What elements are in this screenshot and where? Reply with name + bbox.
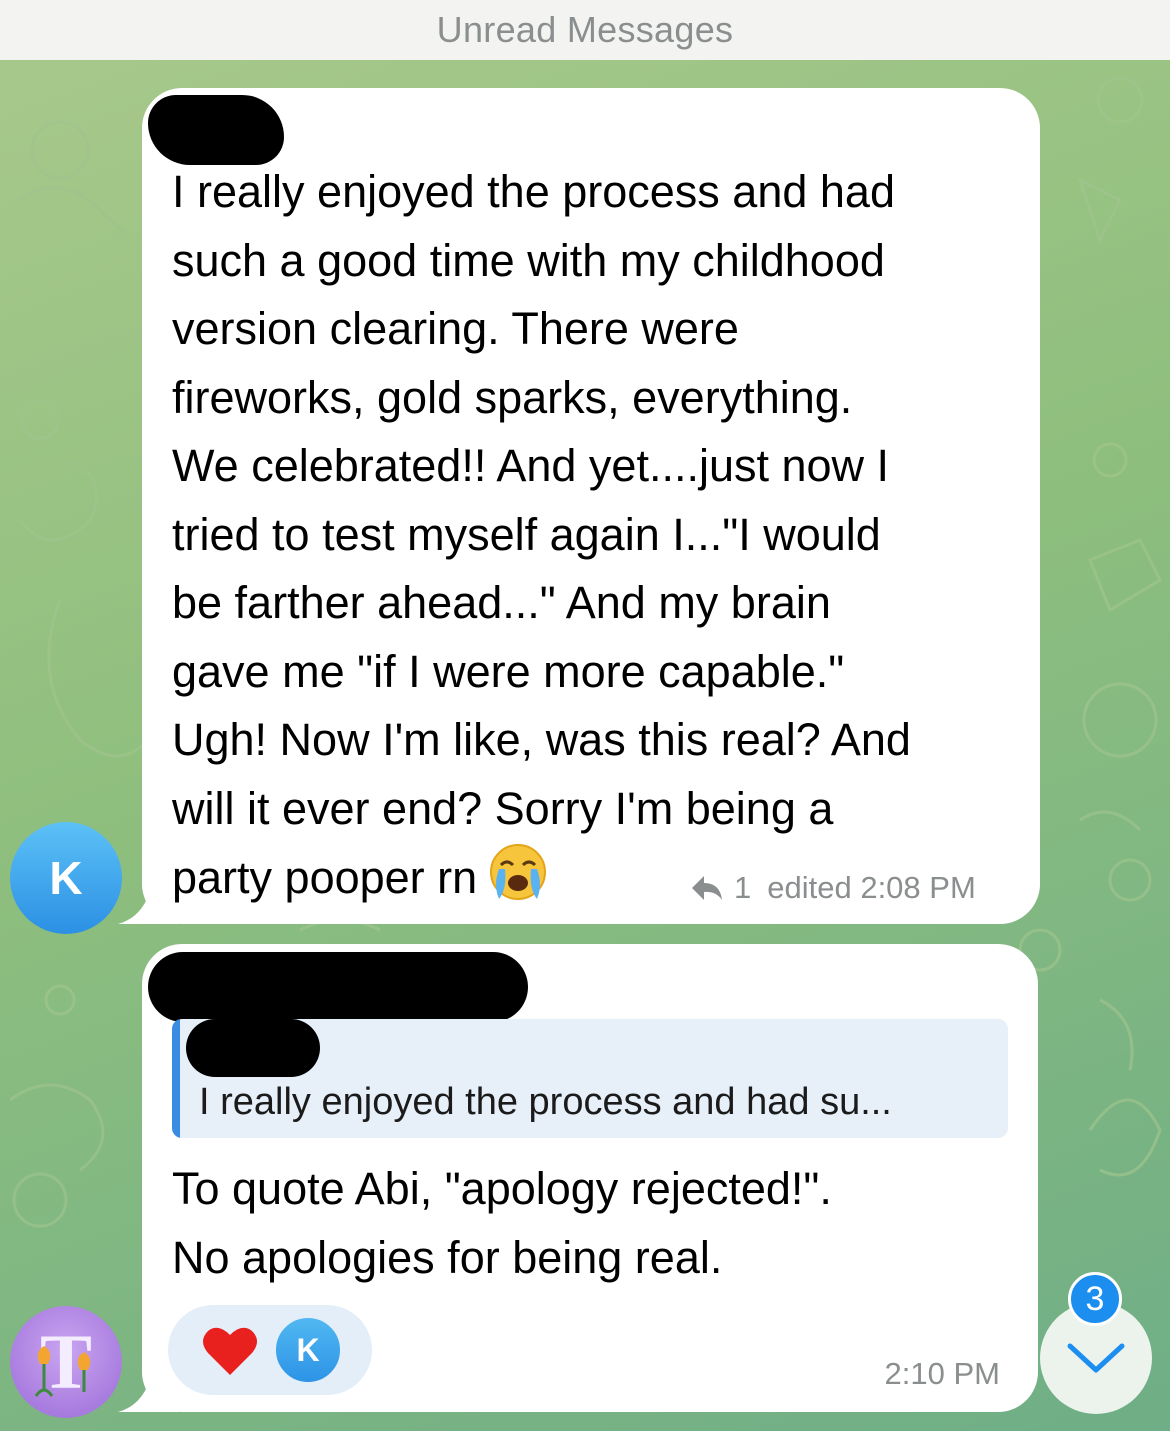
avatar[interactable]: K (10, 822, 122, 934)
reactor-avatar: K (273, 1315, 343, 1385)
message-status: edited 2:08 PM (767, 870, 976, 905)
message-text: To quote Abi, "apology rejected!". No ap… (172, 1163, 832, 1283)
message-text: I really enjoyed the process and had suc… (172, 158, 1022, 921)
loudly-crying-face-icon (489, 843, 547, 921)
message-meta: 2:10 PM (885, 1356, 1000, 1392)
reply-quote[interactable]: I really enjoyed the process and had su.… (172, 1019, 1008, 1138)
reply-arrow-icon[interactable] (690, 874, 724, 902)
unread-label: Unread Messages (436, 9, 734, 50)
reply-count[interactable]: 1 (734, 870, 751, 906)
tulip-logo-avatar: T (34, 1318, 92, 1405)
reaction-chip[interactable]: K (168, 1305, 372, 1395)
chevron-down-icon (1067, 1343, 1125, 1373)
redacted-sender-name (148, 95, 284, 165)
unread-count-badge: 3 (1068, 1272, 1122, 1326)
quote-accent-bar (172, 1019, 180, 1138)
avatar-initial: K (49, 852, 83, 904)
quote-text: I really enjoyed the process and had su.… (199, 1081, 892, 1123)
redacted-quote-author (186, 1019, 320, 1077)
redacted-sender-name (148, 952, 528, 1022)
message-meta: 1 edited 2:08 PM (690, 870, 976, 906)
message-time: 2:10 PM (884, 1356, 1000, 1391)
red-heart-icon (203, 1327, 257, 1375)
avatar[interactable]: T (10, 1306, 122, 1418)
unread-messages-divider: Unread Messages (0, 0, 1170, 60)
